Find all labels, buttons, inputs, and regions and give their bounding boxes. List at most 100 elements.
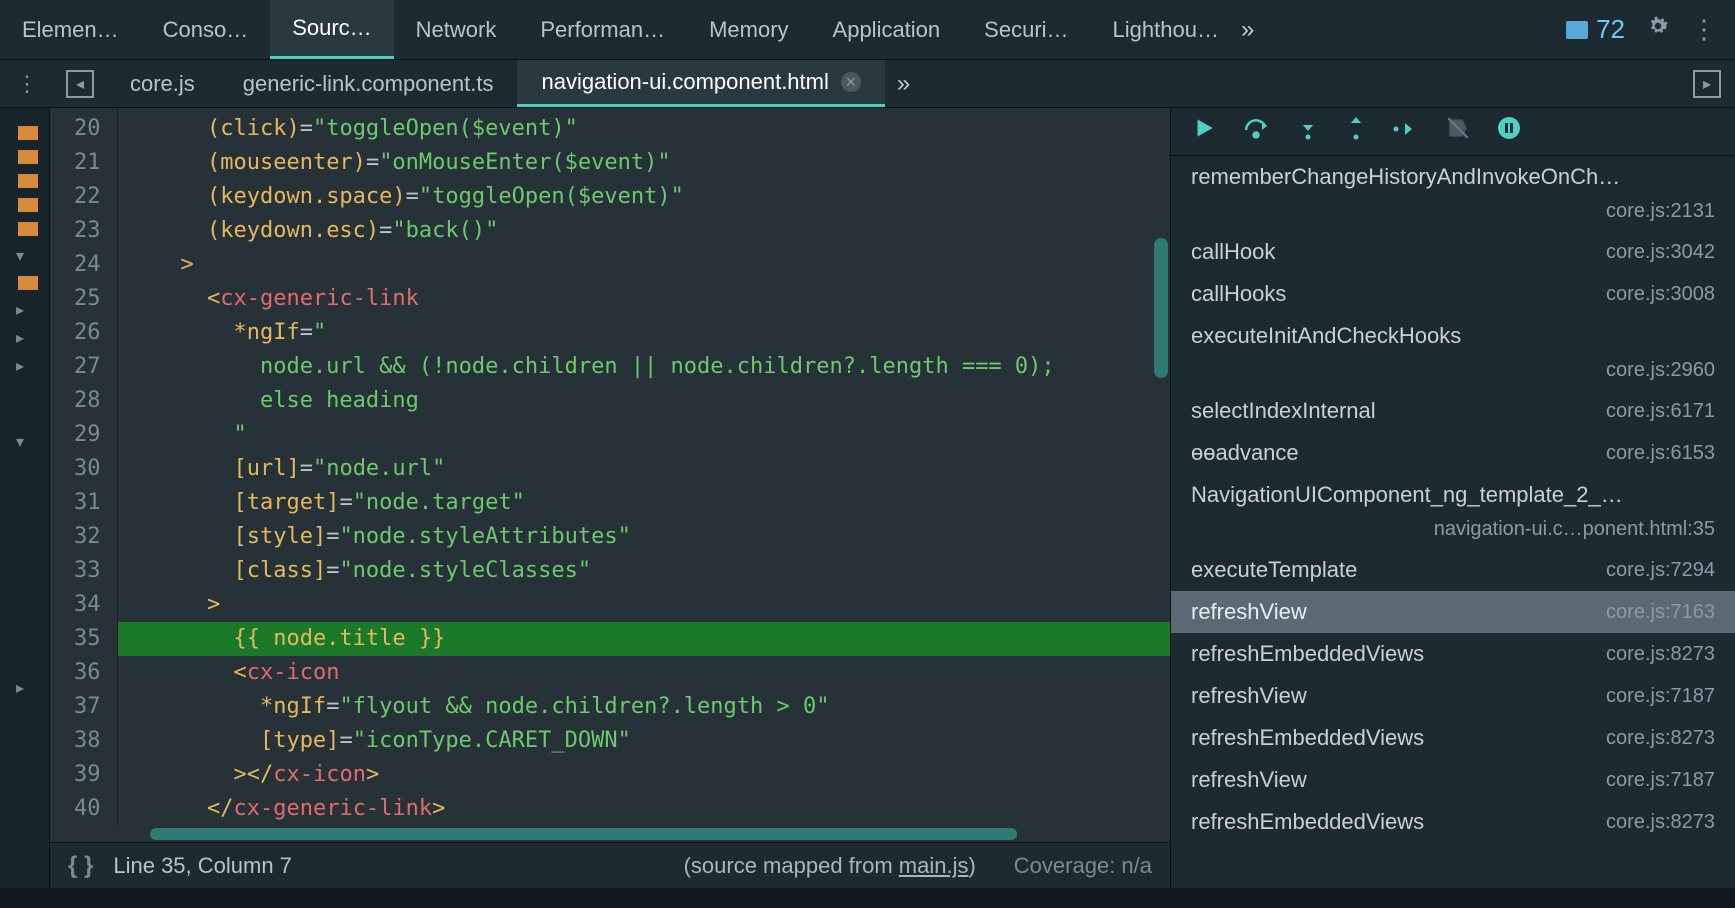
deactivate-breakpoints-icon[interactable] [1445, 115, 1471, 148]
panel-tab[interactable]: Lighthou… [1091, 0, 1241, 59]
code-line[interactable]: node.url && (!node.children || node.chil… [118, 350, 1171, 384]
close-tab-icon[interactable]: × [841, 72, 861, 92]
nav-back-icon[interactable]: ◂ [66, 70, 94, 98]
stack-location: core.js:3008 [1606, 283, 1715, 306]
panel-tab[interactable]: Application [811, 0, 963, 59]
fold-arrow-icon[interactable]: ▾ [16, 432, 49, 452]
step-over-icon[interactable] [1243, 116, 1271, 147]
call-stack-frame[interactable]: refreshEmbeddedViewscore.js:8273 [1171, 801, 1735, 843]
call-stack-frame[interactable]: NavigationUIComponent_ng_template_2_… [1171, 474, 1735, 516]
call-stack-frame[interactable]: refreshViewcore.js:7163 [1171, 591, 1735, 633]
vertical-scrollbar[interactable] [1154, 238, 1168, 378]
panel-tab[interactable]: Conso… [141, 0, 271, 59]
nav-forward-icon[interactable]: ▸ [1693, 70, 1721, 98]
breakpoint-gutter: ▾ ▸ ▸ ▸ ▾ ▸ [0, 108, 50, 888]
panel-tab[interactable]: Elemen… [0, 0, 141, 59]
code-line[interactable]: " [118, 418, 1171, 452]
breakpoint-marker[interactable] [18, 198, 38, 212]
code-line[interactable]: else heading [118, 384, 1171, 418]
file-tab[interactable]: navigation-ui.component.html× [517, 60, 884, 107]
code-editor[interactable]: 2021222324252627282930313233343536373839… [50, 108, 1170, 888]
breakpoint-marker[interactable] [18, 150, 38, 164]
settings-gear-icon[interactable] [1645, 13, 1671, 46]
code-line[interactable]: > [118, 248, 1171, 282]
issues-icon [1566, 21, 1588, 39]
cursor-position: Line 35, Column 7 [113, 853, 292, 879]
call-stack-frame[interactable]: callHookscore.js:3008 [1171, 273, 1735, 315]
step-into-icon[interactable] [1297, 115, 1319, 148]
code-line[interactable]: [target]="node.target" [118, 486, 1171, 520]
stack-location: core.js:6171 [1606, 400, 1715, 423]
resume-icon[interactable] [1191, 115, 1217, 148]
sourcemap-info: (source mapped from main.js) [684, 853, 976, 879]
editor-status-bar: { } Line 35, Column 7 (source mapped fro… [50, 842, 1170, 888]
code-line[interactable]: *ngIf="flyout && node.children?.length >… [118, 690, 1171, 724]
breakpoint-marker[interactable] [18, 276, 38, 290]
fold-arrow-icon[interactable]: ▸ [16, 300, 49, 320]
issues-badge[interactable]: 72 [1566, 14, 1625, 45]
sources-kebab-icon[interactable]: ⋮ [0, 71, 54, 97]
more-files-icon[interactable]: » [897, 70, 910, 98]
code-line[interactable]: </cx-generic-link> [118, 792, 1171, 826]
call-stack-frame[interactable]: rememberChangeHistoryAndInvokeOnCh… [1171, 156, 1735, 198]
fold-arrow-icon[interactable]: ▾ [16, 246, 49, 266]
pretty-print-icon[interactable]: { } [68, 852, 93, 880]
file-tab-bar: ⋮ ◂ core.jsgeneric-link.component.tsnavi… [0, 60, 1735, 108]
call-stack-frame[interactable]: refreshViewcore.js:7187 [1171, 675, 1735, 717]
stack-location[interactable]: core.js:2960 [1171, 357, 1735, 390]
code-line[interactable]: [type]="iconType.CARET_DOWN" [118, 724, 1171, 758]
code-line[interactable]: [url]="node.url" [118, 452, 1171, 486]
panel-tab[interactable]: Performan… [518, 0, 687, 59]
call-stack-frame[interactable]: callHookcore.js:3042 [1171, 231, 1735, 273]
code-line[interactable]: (keydown.esc)="back()" [118, 214, 1171, 248]
stack-location[interactable]: navigation-ui.c…ponent.html:35 [1171, 516, 1735, 549]
panel-tab[interactable]: Memory [687, 0, 810, 59]
call-stack-frame[interactable]: refreshEmbeddedViewscore.js:8273 [1171, 717, 1735, 759]
call-stack-frame[interactable]: refreshViewcore.js:7187 [1171, 759, 1735, 801]
code-line[interactable]: [class]="node.styleClasses" [118, 554, 1171, 588]
stack-location: core.js:7294 [1606, 559, 1715, 582]
breakpoint-marker[interactable] [18, 126, 38, 140]
call-stack-frame[interactable]: executeInitAndCheckHooks [1171, 315, 1735, 357]
call-stack-frame[interactable]: selectIndexInternalcore.js:6171 [1171, 390, 1735, 432]
more-tabs-icon[interactable]: » [1241, 16, 1254, 44]
call-stack-frame[interactable]: ɵɵadvancecore.js:6153 [1171, 432, 1735, 474]
code-line[interactable]: [style]="node.styleAttributes" [118, 520, 1171, 554]
call-stack-frame[interactable]: refreshEmbeddedViewscore.js:8273 [1171, 633, 1735, 675]
code-content[interactable]: (click)="toggleOpen($event)" (mouseenter… [118, 108, 1171, 826]
panel-tab[interactable]: Securi… [962, 0, 1090, 59]
stack-location: core.js:7187 [1606, 685, 1715, 708]
code-line[interactable]: <cx-generic-link [118, 282, 1171, 316]
panel-tab[interactable]: Network [394, 0, 519, 59]
breakpoint-marker[interactable] [18, 222, 38, 236]
breakpoint-marker[interactable] [18, 174, 38, 188]
debugger-panel: rememberChangeHistoryAndInvokeOnCh…core.… [1170, 108, 1735, 888]
sourcemap-link[interactable]: main.js [899, 853, 969, 878]
code-line[interactable]: ></cx-icon> [118, 758, 1171, 792]
code-line[interactable]: *ngIf=" [118, 316, 1171, 350]
kebab-menu-icon[interactable]: ⋮ [1691, 14, 1717, 45]
step-out-icon[interactable] [1345, 115, 1367, 148]
step-icon[interactable] [1393, 116, 1419, 147]
call-stack-frame[interactable]: executeTemplatecore.js:7294 [1171, 549, 1735, 591]
code-line[interactable]: <cx-icon [118, 656, 1171, 690]
panel-tab[interactable]: Sourc… [270, 0, 393, 59]
drawer-strip[interactable] [0, 888, 1735, 908]
code-line[interactable]: > [118, 588, 1171, 622]
scrollbar-thumb[interactable] [150, 828, 1017, 840]
fold-arrow-icon[interactable]: ▸ [16, 678, 49, 698]
devtools-panel-tabs: Elemen…Conso…Sourc…NetworkPerforman…Memo… [0, 0, 1735, 60]
stack-location: core.js:6153 [1606, 442, 1715, 465]
code-line[interactable]: {{ node.title }} [118, 622, 1171, 656]
code-line[interactable]: (mouseenter)="onMouseEnter($event)" [118, 146, 1171, 180]
fold-arrow-icon[interactable]: ▸ [16, 356, 49, 376]
code-line[interactable]: (click)="toggleOpen($event)" [118, 112, 1171, 146]
horizontal-scrollbar[interactable] [150, 826, 1170, 842]
fold-arrow-icon[interactable]: ▸ [16, 328, 49, 348]
file-tab[interactable]: core.js [106, 60, 219, 107]
pause-exceptions-icon[interactable] [1497, 116, 1521, 147]
debugger-controls [1171, 108, 1735, 156]
file-tab[interactable]: generic-link.component.ts [219, 60, 518, 107]
code-line[interactable]: (keydown.space)="toggleOpen($event)" [118, 180, 1171, 214]
stack-location[interactable]: core.js:2131 [1171, 198, 1735, 231]
